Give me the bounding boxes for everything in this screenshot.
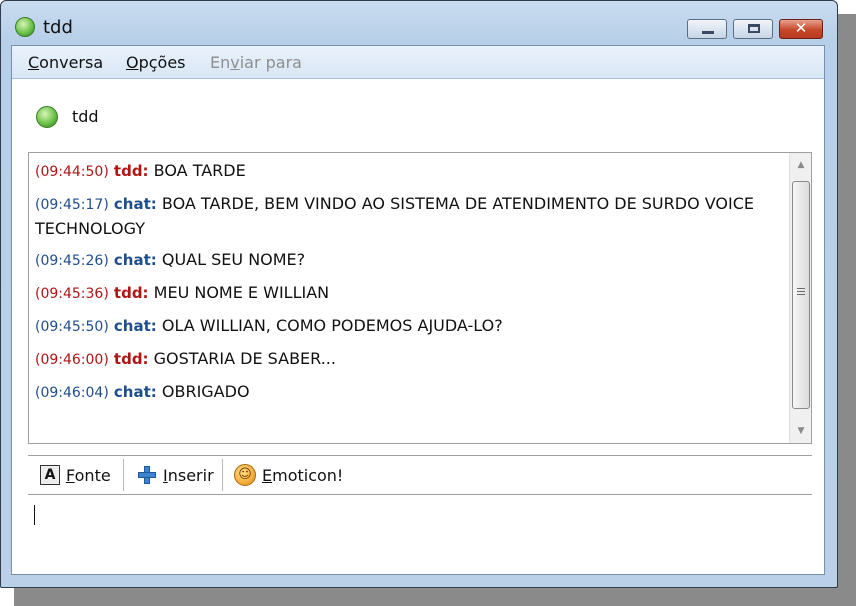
status-orb-icon: [15, 17, 35, 37]
message-timestamp: (09:44:50): [35, 164, 109, 180]
message-text: OLA WILLIAN, COMO PODEMOS AJUDA-LO?: [161, 316, 503, 335]
emoticon-label: Emoticon!: [262, 465, 344, 485]
chat-message: (09:46:00) tdd: GOSTARIA DE SABER...: [35, 347, 780, 372]
format-toolbar: A Fonte Inserir ☺ Emoticon!: [28, 455, 812, 495]
title-bar[interactable]: tdd ✕: [1, 1, 837, 45]
message-text: BOA TARDE: [153, 161, 246, 180]
message-sender: chat:: [113, 383, 157, 401]
font-button[interactable]: A Fonte: [34, 456, 117, 494]
insert-label: Inserir: [163, 465, 214, 485]
minimize-icon: [702, 31, 714, 34]
toolbar-separator: [222, 459, 223, 491]
message-text: GOSTARIA DE SABER...: [153, 349, 336, 368]
message-text: MEU NOME E WILLIAN: [153, 283, 330, 302]
smiley-icon: ☺: [234, 464, 256, 486]
insert-button[interactable]: Inserir: [131, 456, 220, 494]
message-sender: tdd:: [113, 350, 149, 368]
chat-message: (09:45:36) tdd: MEU NOME E WILLIAN: [35, 281, 780, 306]
toolbar-separator: [123, 459, 124, 491]
grip-line: [797, 291, 805, 292]
message-sender: chat:: [113, 195, 157, 213]
menu-enviar-para[interactable]: Enviar para: [210, 53, 302, 72]
message-sender: tdd:: [113, 162, 149, 180]
menu-opcoes[interactable]: Opções: [126, 53, 186, 72]
window-title: tdd: [43, 17, 73, 38]
font-icon: A: [40, 465, 60, 485]
scroll-thumb[interactable]: [792, 181, 810, 409]
emoticon-button[interactable]: ☺ Emoticon!: [228, 456, 349, 494]
minimize-button[interactable]: [687, 19, 727, 39]
scroll-down-icon[interactable]: ▼: [790, 421, 812, 441]
contact-status-icon: [36, 106, 58, 128]
chat-message: (09:45:17) chat: BOA TARDE, BEM VINDO AO…: [35, 192, 780, 240]
message-timestamp: (09:45:17): [35, 197, 109, 213]
font-label: Fonte: [66, 465, 111, 485]
scroll-up-icon[interactable]: ▲: [790, 155, 812, 175]
grip-line: [797, 288, 805, 289]
close-icon: ✕: [794, 19, 808, 37]
message-input[interactable]: [28, 495, 812, 569]
vertical-scrollbar[interactable]: ▲ ▼: [789, 153, 811, 443]
maximize-icon: [748, 24, 760, 33]
message-timestamp: (09:45:36): [35, 286, 109, 302]
message-sender: chat:: [113, 251, 157, 269]
chat-message: (09:45:26) chat: QUAL SEU NOME?: [35, 248, 780, 273]
message-text: OBRIGADO: [161, 382, 250, 401]
chat-history[interactable]: (09:44:50) tdd: BOA TARDE (09:45:17) chat…: [28, 152, 812, 444]
text-caret: [34, 505, 35, 525]
message-sender: tdd:: [113, 284, 149, 302]
client-area: Conversa Opções Enviar para tdd (09:44:5…: [11, 45, 825, 575]
message-timestamp: (09:46:04): [35, 385, 109, 401]
menu-bar: Conversa Opções Enviar para: [12, 46, 824, 79]
message-timestamp: (09:45:26): [35, 253, 109, 269]
grip-line: [797, 294, 805, 295]
message-timestamp: (09:46:00): [35, 352, 109, 368]
contact-name: tdd: [72, 107, 99, 126]
chat-message: (09:46:04) chat: OBRIGADO: [35, 380, 780, 405]
message-text: QUAL SEU NOME?: [161, 250, 306, 269]
chat-window: tdd ✕ Conversa Opções Enviar para tdd (0…: [0, 0, 838, 588]
message-timestamp: (09:45:50): [35, 319, 109, 335]
plus-icon: [137, 465, 157, 485]
maximize-button[interactable]: [733, 19, 773, 39]
close-button[interactable]: ✕: [779, 19, 823, 39]
chat-message: (09:45:50) chat: OLA WILLIAN, COMO PODEM…: [35, 314, 780, 339]
chat-message: (09:44:50) tdd: BOA TARDE: [35, 159, 780, 184]
message-list: (09:44:50) tdd: BOA TARDE (09:45:17) chat…: [35, 159, 780, 413]
menu-conversa[interactable]: Conversa: [28, 53, 103, 72]
message-sender: chat:: [113, 317, 157, 335]
